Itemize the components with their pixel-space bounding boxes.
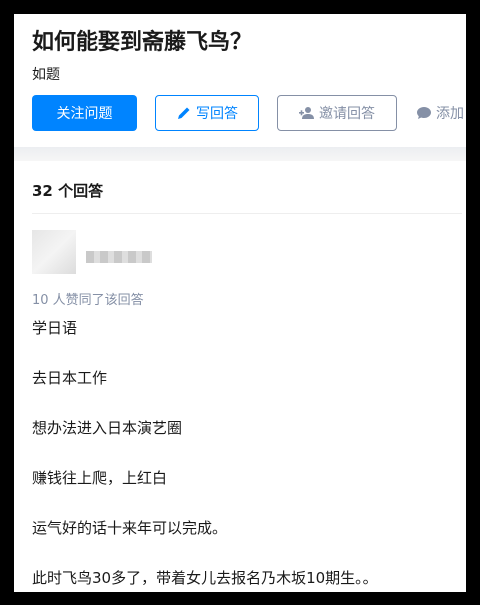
invite-answer-button[interactable]: 邀请回答 <box>277 95 397 131</box>
add-comment-label: 添加 <box>436 106 464 122</box>
pencil-icon <box>176 105 192 121</box>
answer-paragraph: 去日本工作 <box>32 369 108 387</box>
add-user-icon <box>299 105 315 121</box>
comment-icon <box>416 105 432 121</box>
answer-paragraph: 学日语 <box>32 319 78 337</box>
author-name-blurred[interactable] <box>86 251 152 263</box>
vote-count: 10 人赞同了该回答 <box>32 293 144 308</box>
add-comment-button[interactable]: 添加 <box>416 95 466 131</box>
question-description: 如题 <box>32 67 60 83</box>
follow-question-button[interactable]: 关注问题 <box>32 95 137 131</box>
answer-paragraph: 想办法进入日本演艺圈 <box>32 419 183 437</box>
answer-paragraph: 运气好的话十来年可以完成。 <box>32 519 228 537</box>
divider <box>32 213 462 214</box>
answer-paragraph: 赚钱往上爬，上红白 <box>32 469 168 487</box>
avatar[interactable] <box>32 230 76 274</box>
question-actions: 关注问题 写回答 邀请回答 添加 <box>32 95 466 131</box>
answer-content: 学日语 去日本工作 想办法进入日本演艺圈 赚钱往上爬，上红白 运气好的话十来年可… <box>32 318 462 592</box>
write-answer-button[interactable]: 写回答 <box>155 95 259 131</box>
section-separator <box>14 147 466 161</box>
follow-question-label: 关注问题 <box>56 106 113 122</box>
question-title: 如何能娶到斋藤飞鸟？ <box>32 30 253 55</box>
answers-count: 32 个回答 <box>32 182 104 200</box>
write-answer-label: 写回答 <box>196 106 238 122</box>
question-page: 如何能娶到斋藤飞鸟？ 如题 关注问题 写回答 邀请回答 添加 32 个回答 10… <box>14 14 466 592</box>
answer-paragraph: 此时飞鸟30多了，带着女儿去报名乃木坂10期生。。 <box>32 569 378 587</box>
invite-answer-label: 邀请回答 <box>319 106 375 122</box>
